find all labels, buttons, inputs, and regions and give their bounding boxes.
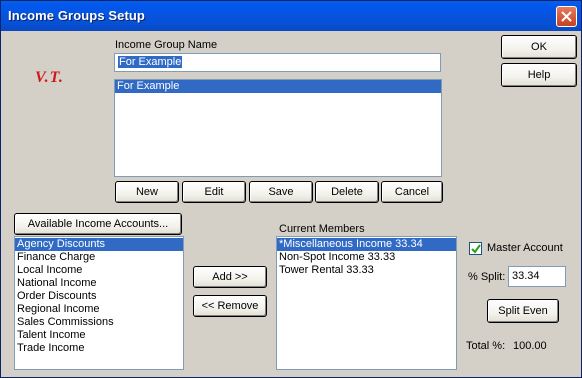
save-button-label: Save <box>268 186 294 198</box>
ok-button[interactable]: OK <box>501 35 577 59</box>
group-name-label: Income Group Name <box>115 39 218 51</box>
checkmark-icon <box>471 244 481 254</box>
close-button[interactable] <box>556 6 577 27</box>
title-bar[interactable]: Income Groups Setup <box>1 1 581 31</box>
edit-button-label: Edit <box>204 186 224 198</box>
available-account-item[interactable]: Regional Income <box>15 303 183 316</box>
available-account-item[interactable]: Local Income <box>15 264 183 277</box>
close-icon <box>561 11 572 22</box>
save-button[interactable]: Save <box>249 181 313 203</box>
delete-button[interactable]: Delete <box>315 181 379 203</box>
member-item[interactable]: Tower Rental 33.33 <box>277 264 456 277</box>
total-label: Total %: <box>466 340 506 352</box>
window-title: Income Groups Setup <box>8 8 145 23</box>
available-income-accounts-button[interactable]: Available Income Accounts... <box>14 213 182 235</box>
available-account-item[interactable]: Talent Income <box>15 329 183 342</box>
current-members-list[interactable]: *Miscellaneous Income 33.34 Non-Spot Inco… <box>276 236 457 370</box>
available-account-item[interactable]: Order Discounts <box>15 290 183 303</box>
available-accounts-button-label: Available Income Accounts... <box>27 218 169 230</box>
income-groups-list[interactable]: For Example <box>114 79 442 177</box>
split-value: 33.34 <box>512 270 540 282</box>
master-account-checkbox[interactable] <box>469 242 482 255</box>
master-account-label: Master Account <box>487 242 563 254</box>
split-label: % Split: <box>468 271 506 283</box>
member-item[interactable]: *Miscellaneous Income 33.34 <box>277 238 456 251</box>
help-button[interactable]: Help <box>501 63 577 87</box>
vt-logo: V.T. <box>35 69 64 86</box>
edit-button[interactable]: Edit <box>182 181 246 203</box>
dialog-window: Income Groups Setup V.T. Income Group Na… <box>0 0 582 378</box>
remove-button-label: << Remove <box>201 300 259 312</box>
available-accounts-list[interactable]: Agency Discounts Finance Charge Local Inco… <box>14 236 184 370</box>
available-account-item[interactable]: Finance Charge <box>15 251 183 264</box>
split-input[interactable]: 33.34 <box>508 266 566 287</box>
dialog-body: V.T. Income Group Name For Example For E… <box>1 31 581 377</box>
available-account-item[interactable]: Sales Commissions <box>15 316 183 329</box>
current-members-label: Current Members <box>279 223 365 235</box>
total-value: 100.00 <box>513 340 547 352</box>
available-account-item[interactable]: National Income <box>15 277 183 290</box>
group-name-input[interactable]: For Example <box>114 53 441 72</box>
split-even-button[interactable]: Split Even <box>487 299 559 323</box>
cancel-button[interactable]: Cancel <box>381 181 443 203</box>
delete-button-label: Delete <box>331 186 363 198</box>
new-button[interactable]: New <box>115 181 179 203</box>
group-name-value: For Example <box>118 56 183 68</box>
available-account-item[interactable]: Trade Income <box>15 342 183 355</box>
remove-button[interactable]: << Remove <box>193 295 267 317</box>
ok-button-label: OK <box>531 41 547 53</box>
cancel-button-label: Cancel <box>394 186 430 198</box>
new-button-label: New <box>135 186 158 198</box>
income-group-item[interactable]: For Example <box>115 80 441 93</box>
split-even-button-label: Split Even <box>498 305 548 317</box>
add-button[interactable]: Add >> <box>193 266 267 288</box>
add-button-label: Add >> <box>212 271 248 283</box>
help-button-label: Help <box>527 69 551 81</box>
member-item[interactable]: Non-Spot Income 33.33 <box>277 251 456 264</box>
available-account-item[interactable]: Agency Discounts <box>15 238 183 251</box>
